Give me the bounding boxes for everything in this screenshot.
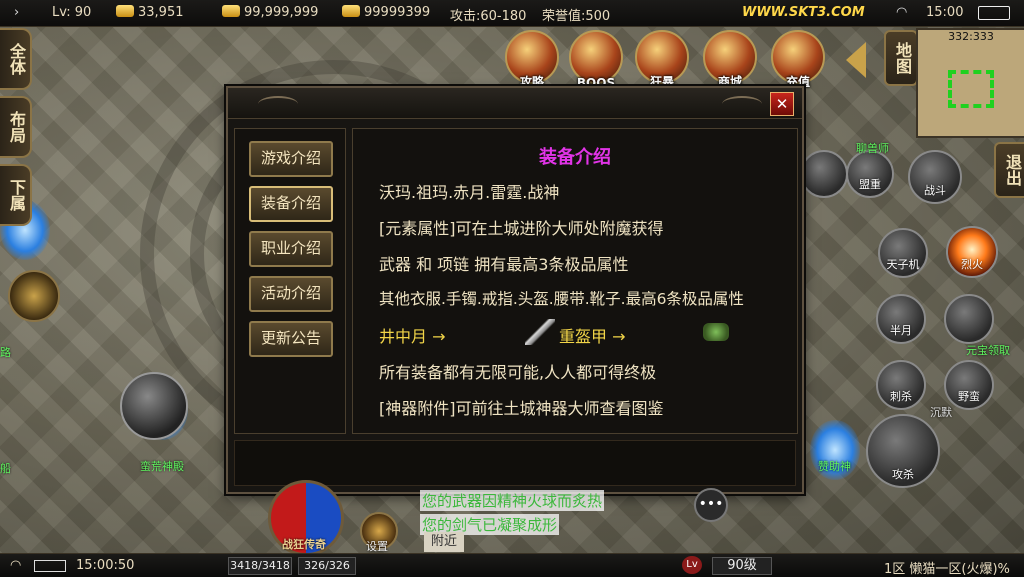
top-status-bar: › Lv: 90 33,951 99,999,999 99999399 攻击:6… <box>0 0 1024 27</box>
wifi-icon: ◠ <box>896 5 908 20</box>
bottom-clock: 15:00:50 <box>76 558 135 573</box>
map-button[interactable]: 地图 <box>884 30 918 86</box>
skill-slot-hidden[interactable] <box>800 150 848 198</box>
auto-battle-icon[interactable] <box>8 270 60 322</box>
guide-button[interactable]: 攻略 <box>504 30 560 89</box>
bottom-status-bar: ◠ 15:00:50 3418/3418 326/326 Lv 90级 1区 懒… <box>0 553 1024 577</box>
content-line-2: [元素属性]可在土城进阶大师处附魔获得 <box>379 219 664 238</box>
boat-label: 船 <box>0 462 11 475</box>
link-moon-blade[interactable]: 井中月 → <box>379 323 446 347</box>
ingot-amount: 99,999,999 <box>222 5 318 20</box>
skill-league[interactable]: 盟重 <box>846 150 894 198</box>
mp-bar: 326/326 <box>298 557 356 575</box>
settings-label[interactable]: 设置 <box>366 538 388 554</box>
content-line-3: 武器 和 项链 拥有最高3条极品属性 <box>379 255 629 274</box>
shop-button[interactable]: 商城 <box>702 30 758 89</box>
skill-half-moon[interactable]: 半月 <box>876 294 926 344</box>
header-ornament-right <box>722 96 762 112</box>
silence-label: 沉默 <box>930 406 952 419</box>
content-line-7: [神器附件]可前往土城神器大师查看图鉴 <box>379 399 664 418</box>
bottom-wifi-icon: ◠ <box>10 558 22 573</box>
tab-game-intro[interactable]: 游戏介绍 <box>249 141 333 177</box>
chat-bubble-icon[interactable]: ••• <box>694 488 728 522</box>
armor-icon <box>703 323 729 341</box>
safe-zone-marker <box>948 70 994 108</box>
battery-icon <box>978 6 1010 20</box>
skill-thrust[interactable]: 刺杀 <box>876 360 926 410</box>
dialog-content: 装备介绍 沃玛.祖玛.赤月.雷霆.战神 [元素属性]可在土城进阶大师处附魔获得 … <box>352 128 798 434</box>
boss-button[interactable]: BOOS <box>568 30 624 90</box>
honor-stat: 荣誉值:500 <box>542 9 611 24</box>
header-ornament-left <box>258 96 298 112</box>
content-line-4: 其他衣服.手镯.戒指.头盔.腰带.靴子.最高6条极品属性 <box>379 290 744 308</box>
dialog-footer <box>234 440 796 486</box>
player-level: Lv: 90 <box>52 5 92 20</box>
npc-label-left[interactable]: 蛮荒神殿 <box>140 458 184 474</box>
link-heavy-armor[interactable]: 重盔甲 → <box>559 323 626 347</box>
chat-channel-nearby[interactable]: 附近 <box>424 532 464 552</box>
joystick[interactable] <box>120 372 188 440</box>
dialog-tab-panel: 游戏介绍 装备介绍 职业介绍 活动介绍 更新公告 <box>234 128 346 434</box>
npc-label-beast: 聊兽师 <box>856 142 889 155</box>
collapse-arrow-icon[interactable] <box>846 42 866 78</box>
recharge-button[interactable]: 充值 <box>770 30 826 89</box>
minimap[interactable]: 332:333 <box>916 28 1024 138</box>
exit-button[interactable]: 退出 <box>994 142 1024 198</box>
skill-brute[interactable]: 野蛮 <box>944 360 994 410</box>
expand-arrow-icon[interactable]: › <box>14 5 19 20</box>
tab-update-notice[interactable]: 更新公告 <box>249 321 333 357</box>
chat-message-1: 您的武器因精神火球而炙热 <box>420 490 605 511</box>
rage-button[interactable]: 狂暴 <box>634 30 690 89</box>
game-logo: 战狂传奇 <box>282 538 326 551</box>
content-title: 装备介绍 <box>539 147 611 168</box>
skill-fire[interactable]: 烈火 <box>946 226 998 278</box>
btn-subordinates[interactable]: 下属 <box>0 164 32 226</box>
sword-icon <box>525 319 555 345</box>
bound-gold-amount: 99999399 <box>342 5 430 20</box>
dialog-header: ✕ <box>228 88 802 119</box>
gold-amount: 33,951 <box>116 5 184 20</box>
bottom-battery-icon <box>34 560 66 572</box>
road-label: 路 <box>0 346 11 359</box>
skill-battle[interactable]: 战斗 <box>908 150 962 204</box>
ingot-claim-label[interactable]: 元宝领取 <box>966 342 1010 358</box>
content-line-6: 所有装备都有无限可能,人人都可得终极 <box>379 363 657 382</box>
hp-bar: 3418/3418 <box>228 557 292 575</box>
ingot-icon <box>222 5 240 17</box>
skill-flame[interactable] <box>944 294 994 344</box>
content-line-1: 沃玛.祖玛.赤月.雷霆.战神 <box>379 183 560 202</box>
gold-icon <box>116 5 134 17</box>
npc-label-right[interactable]: 赞助神 <box>818 458 851 474</box>
skill-heaven[interactable]: 天子机 <box>878 228 928 278</box>
btn-layout[interactable]: 布局 <box>0 96 32 158</box>
level-text: 90级 <box>712 557 772 575</box>
main-attack-button[interactable]: 攻杀 <box>866 414 940 488</box>
site-url: WWW.SKT3.COM <box>742 5 865 20</box>
server-name: 1区 懒猫一区(火爆)% <box>884 562 1010 577</box>
btn-all[interactable]: 全体 <box>0 28 32 90</box>
close-button[interactable]: ✕ <box>770 92 794 116</box>
tab-event-intro[interactable]: 活动介绍 <box>249 276 333 312</box>
level-badge: Lv <box>682 556 702 574</box>
bound-gold-icon <box>342 5 360 17</box>
clock: 15:00 <box>926 5 964 20</box>
intro-dialog: ✕ 游戏介绍 装备介绍 职业介绍 活动介绍 更新公告 装备介绍 沃玛.祖玛.赤月… <box>226 86 804 494</box>
tab-equipment-intro[interactable]: 装备介绍 <box>249 186 333 222</box>
attack-stat: 攻击:60-180 <box>450 9 527 24</box>
map-coordinates: 332:333 <box>948 30 994 43</box>
tab-class-intro[interactable]: 职业介绍 <box>249 231 333 267</box>
